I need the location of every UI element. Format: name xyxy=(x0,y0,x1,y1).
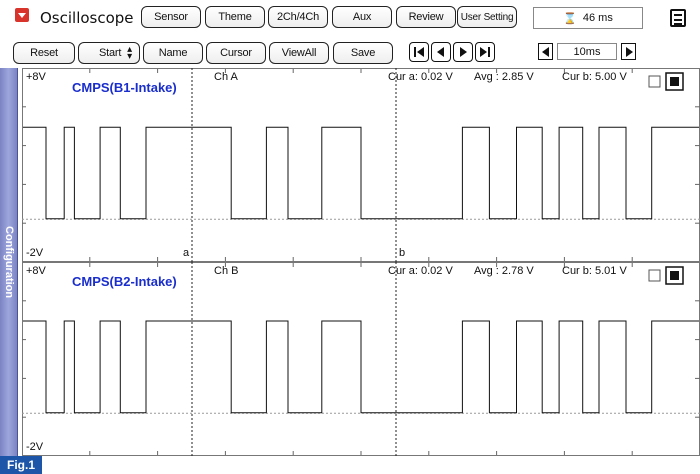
channel-active-icon xyxy=(670,271,679,280)
cursor-b-label: b xyxy=(399,247,405,259)
y-min-label: -2V xyxy=(26,247,44,259)
time-increase-button[interactable] xyxy=(621,43,636,60)
start-label: Start xyxy=(99,47,122,59)
y-min-label: -2V xyxy=(26,441,44,453)
channel-name: CMPS(B2-Intake) xyxy=(72,274,177,289)
hourglass-icon: ⌛ xyxy=(563,12,577,25)
cursor-a-readout: Cur a: 0.02 V xyxy=(388,265,453,277)
average-readout: Avg : 2.78 V xyxy=(474,265,534,277)
figure-label: Fig.1 xyxy=(0,456,42,474)
time-division-field[interactable]: 10ms xyxy=(557,43,617,60)
time-decrease-button[interactable] xyxy=(538,43,553,60)
theme-button[interactable]: Theme xyxy=(205,6,265,28)
scope-svg: +8V -2V CMPS(B1-Intake) Ch A Cur a: 0.02 V Av… xyxy=(22,68,700,456)
cursor-a-label: a xyxy=(183,247,190,259)
sensor-button[interactable]: Sensor xyxy=(141,6,201,28)
updown-arrow-icon: ▴ ▾ xyxy=(127,44,132,62)
user-setting-button[interactable]: User Setting xyxy=(457,6,517,28)
channel-name: CMPS(B1-Intake) xyxy=(72,80,177,95)
cursor-a-readout: Cur a: 0.02 V xyxy=(388,71,453,83)
cursor-b-readout: Cur b: 5.01 V xyxy=(562,265,627,277)
aux-button[interactable]: Aux xyxy=(332,6,392,28)
reset-button[interactable]: Reset xyxy=(13,42,75,64)
dropdown-menu-icon[interactable] xyxy=(15,8,29,22)
y-max-label: +8V xyxy=(26,71,47,83)
decrease-arrow-icon xyxy=(542,47,549,57)
configuration-label[interactable]: Configuration xyxy=(0,68,18,456)
record-time-display: ⌛ 46 ms xyxy=(533,7,643,29)
skip-end-icon xyxy=(488,47,490,57)
record-time-value: 46 ms xyxy=(582,12,613,24)
app-title: Oscilloscope xyxy=(40,9,134,27)
previous-frame-button[interactable] xyxy=(431,42,451,62)
cursor-button[interactable]: Cursor xyxy=(206,42,266,64)
increase-arrow-icon xyxy=(626,47,633,57)
first-frame-button[interactable] xyxy=(409,42,429,62)
average-readout: Avg : 2.85 V xyxy=(474,71,534,83)
start-dropdown[interactable]: Start ▴ ▾ xyxy=(78,42,140,64)
channels-button[interactable]: 2Ch/4Ch xyxy=(268,6,328,28)
channel-active-icon xyxy=(670,77,679,86)
cursor-b-readout: Cur b: 5.00 V xyxy=(562,71,627,83)
channel-id: Ch B xyxy=(214,265,238,277)
name-button[interactable]: Name xyxy=(143,42,203,64)
skip-start-icon xyxy=(414,47,416,57)
save-button[interactable]: Save xyxy=(333,42,393,64)
channel-id: Ch A xyxy=(214,71,239,83)
previous-icon xyxy=(437,47,444,57)
scope-display: +8V -2V CMPS(B1-Intake) Ch A Cur a: 0.02 V Av… xyxy=(22,68,700,456)
next-icon xyxy=(460,47,467,57)
last-frame-button[interactable] xyxy=(475,42,495,62)
top-toolbar: Oscilloscope Sensor Theme 2Ch/4Ch Aux Re… xyxy=(0,0,700,36)
y-max-label: +8V xyxy=(26,265,47,277)
channel-select-checkbox[interactable] xyxy=(648,269,661,282)
review-button[interactable]: Review xyxy=(396,6,456,28)
view-all-button[interactable]: ViewAll xyxy=(269,42,329,64)
channel-select-checkbox[interactable] xyxy=(648,75,661,88)
next-frame-button[interactable] xyxy=(453,42,473,62)
document-list-icon[interactable] xyxy=(670,9,686,27)
